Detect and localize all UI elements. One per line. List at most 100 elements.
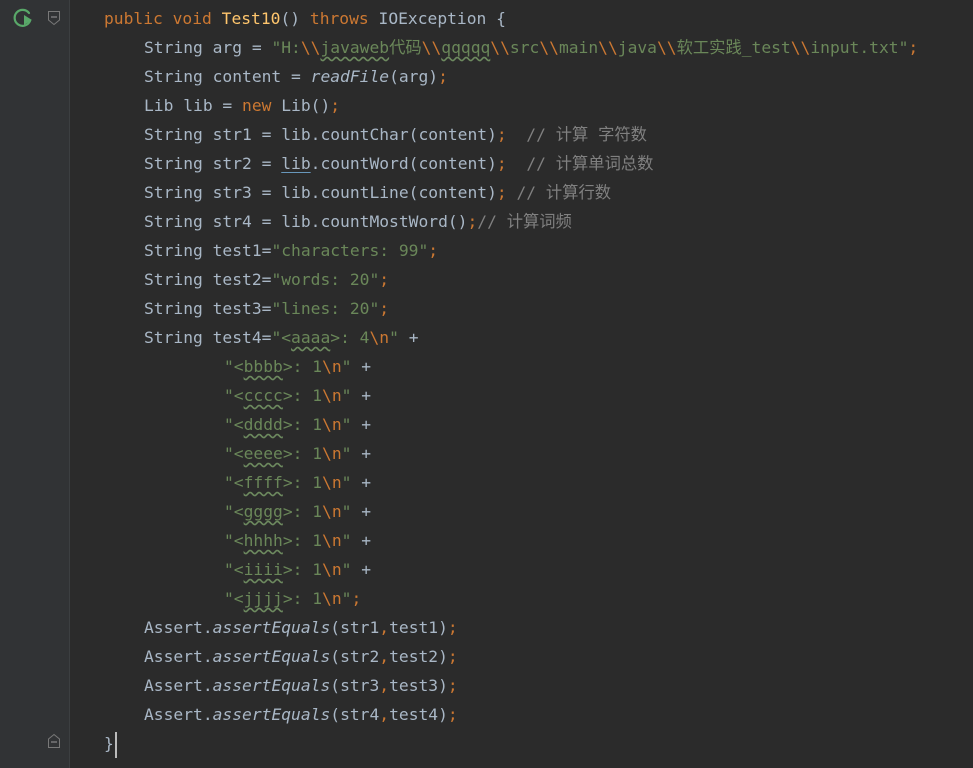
code-token: .countWord(content) bbox=[310, 154, 497, 173]
code-token: String test4= bbox=[144, 328, 272, 347]
code-token: Assert. bbox=[144, 647, 213, 666]
code-line[interactable]: "<ffff>: 1\n" + bbox=[224, 468, 371, 497]
code-token: \n bbox=[322, 415, 342, 434]
code-line[interactable]: public void Test10() throws IOException … bbox=[104, 4, 506, 33]
code-token: "< bbox=[224, 444, 244, 463]
code-area[interactable]: public void Test10() throws IOException … bbox=[0, 0, 973, 768]
code-line[interactable]: String content = readFile(arg); bbox=[144, 62, 448, 91]
code-token: " bbox=[341, 357, 362, 376]
code-token: + bbox=[361, 357, 372, 376]
code-token: " bbox=[341, 473, 362, 492]
code-line[interactable]: String str3 = lib.countLine(content); //… bbox=[144, 178, 611, 207]
code-token: , bbox=[379, 705, 390, 724]
code-token: , bbox=[379, 676, 390, 695]
code-token: hhhh bbox=[243, 531, 283, 550]
code-token: String test1= bbox=[144, 241, 272, 260]
code-token: ; bbox=[447, 705, 458, 724]
code-token: Assert. bbox=[144, 618, 213, 637]
code-editor[interactable]: public void Test10() throws IOException … bbox=[0, 0, 973, 768]
code-line[interactable]: String test2="words: 20"; bbox=[144, 265, 389, 294]
code-token: 软工实践_test bbox=[676, 38, 791, 57]
code-token: readFile bbox=[310, 67, 390, 86]
code-token: "< bbox=[224, 473, 244, 492]
code-token: "< bbox=[224, 386, 244, 405]
code-token: >: 1 bbox=[282, 473, 323, 492]
code-token: \\ bbox=[539, 38, 559, 57]
code-token: "words: 20" bbox=[271, 270, 380, 289]
code-token: \n bbox=[322, 473, 342, 492]
code-token: "characters: 99" bbox=[271, 241, 429, 260]
code-line[interactable]: String test1="characters: 99"; bbox=[144, 236, 438, 265]
code-token: "< bbox=[224, 357, 244, 376]
code-line[interactable]: Assert.assertEquals(str4,test4); bbox=[144, 700, 458, 729]
code-token: ffff bbox=[243, 473, 283, 492]
code-token: } bbox=[104, 734, 114, 753]
code-line[interactable]: "<jjjj>: 1\n"; bbox=[224, 584, 361, 613]
code-line[interactable]: String str4 = lib.countMostWord();// 计算词… bbox=[144, 207, 572, 236]
code-token: ; bbox=[428, 241, 439, 260]
code-line[interactable]: "<hhhh>: 1\n" + bbox=[224, 526, 371, 555]
code-token: aaaa bbox=[291, 328, 331, 347]
code-line[interactable]: String str1 = lib.countChar(content); //… bbox=[144, 120, 647, 149]
code-token: // 计算行数 bbox=[506, 183, 612, 202]
code-line[interactable]: String test4="<aaaa>: 4\n" + bbox=[144, 323, 419, 352]
code-token: gggg bbox=[243, 502, 283, 521]
code-token: \\ bbox=[490, 38, 510, 57]
code-token: + bbox=[361, 415, 372, 434]
code-line[interactable]: "<iiii>: 1\n" + bbox=[224, 555, 371, 584]
code-token: String str3 = lib.countLine(content) bbox=[144, 183, 497, 202]
code-token: ; bbox=[447, 647, 458, 666]
code-token: >: 1 bbox=[282, 560, 323, 579]
code-token: >: 1 bbox=[282, 415, 323, 434]
code-token: qqqqq bbox=[441, 38, 491, 57]
code-token: , bbox=[379, 647, 390, 666]
code-token: ; bbox=[467, 212, 478, 231]
code-line[interactable]: "<gggg>: 1\n" + bbox=[224, 497, 371, 526]
code-token: ; bbox=[496, 125, 507, 144]
code-token: + bbox=[361, 386, 372, 405]
code-token: >: 1 bbox=[282, 357, 323, 376]
code-line[interactable]: Assert.assertEquals(str2,test2); bbox=[144, 642, 458, 671]
code-token: (str2 bbox=[330, 647, 380, 666]
code-token: (str4 bbox=[330, 705, 380, 724]
text-caret bbox=[114, 731, 117, 758]
code-token: 代码 bbox=[389, 38, 422, 57]
code-token: + bbox=[361, 473, 372, 492]
code-line[interactable]: Assert.assertEquals(str3,test3); bbox=[144, 671, 458, 700]
code-token: "< bbox=[271, 328, 292, 347]
code-line[interactable]: "<eeee>: 1\n" + bbox=[224, 439, 371, 468]
code-token: ; bbox=[496, 154, 507, 173]
code-token: IOException { bbox=[378, 9, 506, 28]
code-line[interactable]: String test3="lines: 20"; bbox=[144, 294, 389, 323]
code-token: input.txt" bbox=[810, 38, 909, 57]
code-token: " bbox=[389, 328, 409, 347]
code-token: \\ bbox=[790, 38, 811, 57]
code-token: javaweb bbox=[320, 38, 390, 57]
code-line[interactable]: Lib lib = new Lib(); bbox=[144, 91, 340, 120]
code-line[interactable]: "<cccc>: 1\n" + bbox=[224, 381, 371, 410]
code-token: + bbox=[361, 531, 372, 550]
code-line[interactable]: "<bbbb>: 1\n" + bbox=[224, 352, 371, 381]
code-line[interactable]: } bbox=[104, 729, 117, 758]
code-token: >: 4 bbox=[330, 328, 370, 347]
code-line[interactable]: Assert.assertEquals(str1,test1); bbox=[144, 613, 458, 642]
code-token: String str2 = bbox=[144, 154, 282, 173]
code-token: " bbox=[341, 444, 362, 463]
code-token: ; bbox=[379, 299, 390, 318]
code-token: main bbox=[558, 38, 599, 57]
code-line[interactable]: "<dddd>: 1\n" + bbox=[224, 410, 371, 439]
code-token: // 计算词频 bbox=[477, 212, 572, 231]
code-token: (str1 bbox=[330, 618, 380, 637]
code-line[interactable]: String arg = "H:\\javaweb代码\\qqqqq\\src\… bbox=[144, 33, 918, 62]
code-token: " bbox=[341, 415, 362, 434]
code-token: "< bbox=[224, 589, 244, 608]
code-token: + bbox=[361, 502, 372, 521]
code-token: Lib lib = bbox=[144, 96, 243, 115]
code-line[interactable]: String str2 = lib.countWord(content); //… bbox=[144, 149, 653, 178]
code-token: public void bbox=[104, 9, 222, 28]
code-token: " bbox=[341, 560, 362, 579]
code-token: (str3 bbox=[330, 676, 380, 695]
code-token: assertEquals bbox=[212, 676, 331, 695]
code-token: ; bbox=[447, 676, 458, 695]
code-token: >: 1 bbox=[282, 531, 323, 550]
